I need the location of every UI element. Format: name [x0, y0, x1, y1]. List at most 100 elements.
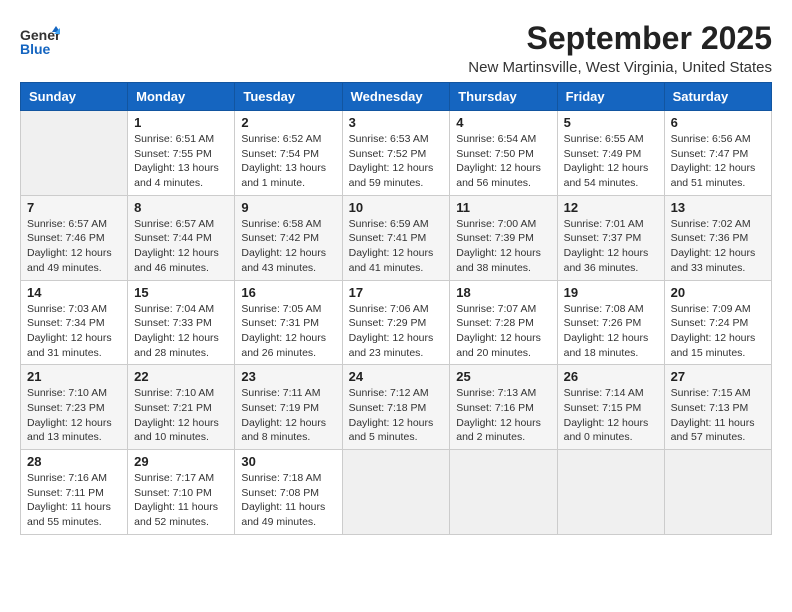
day-number: 22: [134, 369, 228, 384]
day-number: 11: [456, 200, 550, 215]
day-header-thursday: Thursday: [450, 83, 557, 111]
logo-icon: General Blue: [20, 24, 60, 60]
day-info: Sunrise: 7:17 AM Sunset: 7:10 PM Dayligh…: [134, 471, 228, 530]
day-number: 6: [671, 115, 765, 130]
day-number: 5: [564, 115, 658, 130]
calendar-cell: 6 Sunrise: 6:56 AM Sunset: 7:47 PM Daylig…: [664, 111, 771, 196]
day-header-sunday: Sunday: [21, 83, 128, 111]
month-title: September 2025: [468, 20, 772, 57]
day-header-friday: Friday: [557, 83, 664, 111]
day-info: Sunrise: 6:56 AM Sunset: 7:47 PM Dayligh…: [671, 132, 765, 191]
day-info: Sunrise: 7:13 AM Sunset: 7:16 PM Dayligh…: [456, 386, 550, 445]
calendar-cell: 14Sunrise: 7:03 AM Sunset: 7:34 PM Dayli…: [21, 280, 128, 365]
calendar-body: 1 Sunrise: 6:51 AM Sunset: 7:55 PM Daylig…: [21, 111, 772, 535]
calendar-week-2: 7 Sunrise: 6:57 AM Sunset: 7:46 PM Daylig…: [21, 195, 772, 280]
day-info: Sunrise: 6:51 AM Sunset: 7:55 PM Dayligh…: [134, 132, 228, 191]
day-number: 20: [671, 285, 765, 300]
day-info: Sunrise: 7:14 AM Sunset: 7:15 PM Dayligh…: [564, 386, 658, 445]
calendar-cell: 2 Sunrise: 6:52 AM Sunset: 7:54 PM Daylig…: [235, 111, 342, 196]
calendar-cell: 1 Sunrise: 6:51 AM Sunset: 7:55 PM Daylig…: [128, 111, 235, 196]
day-number: 12: [564, 200, 658, 215]
calendar-cell: 16Sunrise: 7:05 AM Sunset: 7:31 PM Dayli…: [235, 280, 342, 365]
calendar-cell: 23Sunrise: 7:11 AM Sunset: 7:19 PM Dayli…: [235, 365, 342, 450]
day-number: 30: [241, 454, 335, 469]
day-number: 2: [241, 115, 335, 130]
day-number: 17: [349, 285, 444, 300]
calendar-cell: [664, 450, 771, 535]
day-info: Sunrise: 7:15 AM Sunset: 7:13 PM Dayligh…: [671, 386, 765, 445]
day-info: Sunrise: 6:54 AM Sunset: 7:50 PM Dayligh…: [456, 132, 550, 191]
day-info: Sunrise: 7:08 AM Sunset: 7:26 PM Dayligh…: [564, 302, 658, 361]
calendar-cell: 28 Sunrise: 7:16 AM Sunset: 7:11 PM Dayli…: [21, 450, 128, 535]
day-number: 8: [134, 200, 228, 215]
calendar-cell: 5 Sunrise: 6:55 AM Sunset: 7:49 PM Daylig…: [557, 111, 664, 196]
calendar-cell: 13 Sunrise: 7:02 AM Sunset: 7:36 PM Dayli…: [664, 195, 771, 280]
day-number: 1: [134, 115, 228, 130]
day-number: 19: [564, 285, 658, 300]
day-number: 23: [241, 369, 335, 384]
day-info: Sunrise: 6:53 AM Sunset: 7:52 PM Dayligh…: [349, 132, 444, 191]
calendar-cell: 29Sunrise: 7:17 AM Sunset: 7:10 PM Dayli…: [128, 450, 235, 535]
day-info: Sunrise: 6:57 AM Sunset: 7:44 PM Dayligh…: [134, 217, 228, 276]
calendar-cell: 24Sunrise: 7:12 AM Sunset: 7:18 PM Dayli…: [342, 365, 450, 450]
day-info: Sunrise: 7:04 AM Sunset: 7:33 PM Dayligh…: [134, 302, 228, 361]
calendar-cell: 7 Sunrise: 6:57 AM Sunset: 7:46 PM Daylig…: [21, 195, 128, 280]
calendar-header: SundayMondayTuesdayWednesdayThursdayFrid…: [21, 83, 772, 111]
day-number: 28: [27, 454, 121, 469]
day-info: Sunrise: 7:02 AM Sunset: 7:36 PM Dayligh…: [671, 217, 765, 276]
day-info: Sunrise: 7:01 AM Sunset: 7:37 PM Dayligh…: [564, 217, 658, 276]
calendar-cell: 11 Sunrise: 7:00 AM Sunset: 7:39 PM Dayli…: [450, 195, 557, 280]
calendar-cell: 3 Sunrise: 6:53 AM Sunset: 7:52 PM Daylig…: [342, 111, 450, 196]
calendar-cell: 25 Sunrise: 7:13 AM Sunset: 7:16 PM Dayli…: [450, 365, 557, 450]
calendar-cell: 15 Sunrise: 7:04 AM Sunset: 7:33 PM Dayli…: [128, 280, 235, 365]
day-number: 7: [27, 200, 121, 215]
day-info: Sunrise: 7:10 AM Sunset: 7:21 PM Dayligh…: [134, 386, 228, 445]
day-number: 10: [349, 200, 444, 215]
day-info: Sunrise: 6:55 AM Sunset: 7:49 PM Dayligh…: [564, 132, 658, 191]
day-number: 26: [564, 369, 658, 384]
day-number: 4: [456, 115, 550, 130]
day-number: 9: [241, 200, 335, 215]
calendar-week-5: 28 Sunrise: 7:16 AM Sunset: 7:11 PM Dayli…: [21, 450, 772, 535]
day-info: Sunrise: 7:00 AM Sunset: 7:39 PM Dayligh…: [456, 217, 550, 276]
calendar-cell: [342, 450, 450, 535]
calendar-cell: 17 Sunrise: 7:06 AM Sunset: 7:29 PM Dayli…: [342, 280, 450, 365]
day-number: 24: [349, 369, 444, 384]
day-number: 27: [671, 369, 765, 384]
calendar-cell: 19 Sunrise: 7:08 AM Sunset: 7:26 PM Dayli…: [557, 280, 664, 365]
day-info: Sunrise: 7:06 AM Sunset: 7:29 PM Dayligh…: [349, 302, 444, 361]
calendar-cell: 8 Sunrise: 6:57 AM Sunset: 7:44 PM Daylig…: [128, 195, 235, 280]
day-header-wednesday: Wednesday: [342, 83, 450, 111]
day-info: Sunrise: 6:52 AM Sunset: 7:54 PM Dayligh…: [241, 132, 335, 191]
day-info: Sunrise: 7:07 AM Sunset: 7:28 PM Dayligh…: [456, 302, 550, 361]
calendar-cell: [21, 111, 128, 196]
calendar-cell: 4 Sunrise: 6:54 AM Sunset: 7:50 PM Daylig…: [450, 111, 557, 196]
day-number: 3: [349, 115, 444, 130]
calendar-cell: 27 Sunrise: 7:15 AM Sunset: 7:13 PM Dayli…: [664, 365, 771, 450]
day-info: Sunrise: 7:18 AM Sunset: 7:08 PM Dayligh…: [241, 471, 335, 530]
day-number: 18: [456, 285, 550, 300]
day-header-saturday: Saturday: [664, 83, 771, 111]
calendar-week-1: 1 Sunrise: 6:51 AM Sunset: 7:55 PM Daylig…: [21, 111, 772, 196]
day-info: Sunrise: 6:59 AM Sunset: 7:41 PM Dayligh…: [349, 217, 444, 276]
svg-text:Blue: Blue: [20, 41, 51, 57]
day-header-tuesday: Tuesday: [235, 83, 342, 111]
day-info: Sunrise: 7:03 AM Sunset: 7:34 PM Dayligh…: [27, 302, 121, 361]
calendar-cell: 21Sunrise: 7:10 AM Sunset: 7:23 PM Dayli…: [21, 365, 128, 450]
day-number: 13: [671, 200, 765, 215]
day-number: 25: [456, 369, 550, 384]
day-info: Sunrise: 7:16 AM Sunset: 7:11 PM Dayligh…: [27, 471, 121, 530]
calendar-cell: 9 Sunrise: 6:58 AM Sunset: 7:42 PM Daylig…: [235, 195, 342, 280]
day-info: Sunrise: 6:58 AM Sunset: 7:42 PM Dayligh…: [241, 217, 335, 276]
calendar-cell: 12 Sunrise: 7:01 AM Sunset: 7:37 PM Dayli…: [557, 195, 664, 280]
calendar: SundayMondayTuesdayWednesdayThursdayFrid…: [20, 82, 772, 535]
day-info: Sunrise: 7:05 AM Sunset: 7:31 PM Dayligh…: [241, 302, 335, 361]
logo: General Blue: [20, 24, 60, 65]
calendar-cell: [557, 450, 664, 535]
calendar-cell: 20Sunrise: 7:09 AM Sunset: 7:24 PM Dayli…: [664, 280, 771, 365]
calendar-cell: 30 Sunrise: 7:18 AM Sunset: 7:08 PM Dayli…: [235, 450, 342, 535]
calendar-cell: 26 Sunrise: 7:14 AM Sunset: 7:15 PM Dayli…: [557, 365, 664, 450]
day-number: 15: [134, 285, 228, 300]
calendar-week-3: 14Sunrise: 7:03 AM Sunset: 7:34 PM Dayli…: [21, 280, 772, 365]
day-info: Sunrise: 6:57 AM Sunset: 7:46 PM Dayligh…: [27, 217, 121, 276]
